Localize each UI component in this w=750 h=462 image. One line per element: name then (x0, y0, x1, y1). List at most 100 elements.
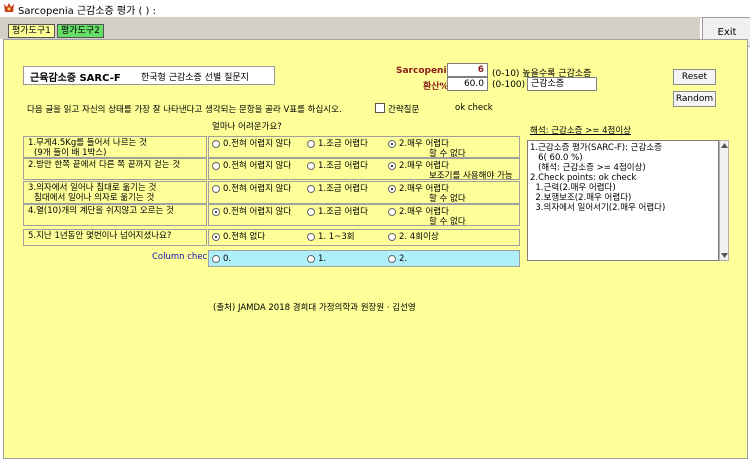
tab-tool-2[interactable]: 평가도구2 (57, 24, 104, 38)
result-line: 6( 60.0 %) (530, 153, 583, 163)
q4-option-2-label[interactable]: 2.매우 어렵다 할 수 없다 (399, 207, 466, 227)
difficulty-header: 얼마나 어려운가요? (212, 122, 282, 132)
page-subtitle: 한국형 근감소증 선별 질문지 (141, 73, 249, 83)
question-3: 3.의자에서 일어나 침대로 옮기는 것 침대에서 일어나 의자로 옮기는 것 (23, 181, 207, 204)
q3-option-2-radio[interactable] (388, 185, 396, 193)
option-text: 2.매우 어렵다 (399, 161, 449, 171)
score-field[interactable]: 6 (447, 63, 488, 77)
q3-option-0-radio[interactable] (212, 185, 220, 193)
q2-option-1-label[interactable]: 1.조금 어렵다 (318, 161, 368, 171)
question-1: 1.무게4.5Kg를 들어서 나르는 것 (9개 들이 배 1박스) (23, 136, 207, 158)
short-question-label: 간략질문 (388, 105, 420, 115)
q3-option-1-label[interactable]: 1.조금 어렵다 (318, 184, 368, 194)
column-check-option-0-label[interactable]: 0. (223, 254, 231, 264)
result-line: 1.근감소증 평가(SARC-F): 근감소증 (530, 143, 662, 153)
q1-option-0-label[interactable]: 0.전혀 어렵지 않다 (223, 139, 291, 149)
q2-option-1-radio[interactable] (307, 162, 315, 170)
question-text: 3.의자에서 일어나 침대로 옮기는 것 (28, 183, 157, 193)
column-check-option-1-radio[interactable] (307, 255, 315, 263)
q5-option-0-label[interactable]: 0.전혀 없다 (223, 232, 265, 242)
q1-option-2-radio[interactable] (388, 140, 396, 148)
column-check-option-0-radio[interactable] (212, 255, 220, 263)
q2-option-2-label[interactable]: 2.매우 어렵다 보조기를 사용해야 가능 (399, 161, 513, 181)
random-button[interactable]: Random (673, 91, 716, 107)
tab-strip (0, 17, 700, 39)
interpretation-label: 해석: 근감소증 >= 4점이상 (530, 126, 632, 136)
window-title: Sarcopenia 근감소증 평가 ( ) : (18, 6, 156, 17)
q3-option-0-label[interactable]: 0.전혀 어렵지 않다 (223, 184, 291, 194)
tab-tool-1[interactable]: 평가도구1 (8, 24, 55, 38)
q4-option-0-label[interactable]: 0.전혀 어렵지 않다 (223, 207, 291, 217)
question-text: 5.지난 1년동안 몇번이나 넘어지셨나요? (28, 231, 172, 241)
option-subtext: 할 수 없다 (429, 194, 466, 204)
q4-option-1-label[interactable]: 1.조금 어렵다 (318, 207, 368, 217)
q1-option-1-radio[interactable] (307, 140, 315, 148)
result-line: 2.보행보조(2.매우 어렵다) (530, 193, 632, 203)
score-label: Sarcopenia (396, 66, 453, 76)
converted-range: (0-100) (492, 80, 526, 90)
question-text: 4.열(10)개의 계단을 쉬지않고 오르는 것 (28, 206, 174, 216)
option-text: 0.전혀 없다 (223, 232, 266, 242)
question-text: 1.무게4.5Kg를 들어서 나르는 것 (28, 138, 147, 148)
option-text: 2. 4회이상 (399, 232, 439, 242)
ok-check-text: ok check (455, 103, 493, 113)
option-text: 0.전혀 어렵지 않다 (223, 207, 292, 217)
q5-option-1-label[interactable]: 1. 1~3회 (318, 232, 355, 242)
option-text: 0.전혀 어렵지 않다 (223, 184, 292, 194)
scroll-up-icon[interactable] (721, 143, 728, 148)
option-text: 0.전혀 어렵지 않다 (223, 161, 292, 171)
result-textarea[interactable]: 1.근감소증 평가(SARC-F): 근감소증 6( 60.0 %) (해석: … (527, 140, 719, 261)
option-text: 1.조금 어렵다 (318, 207, 368, 217)
option-text: 0.전혀 어렵지 않다 (223, 139, 292, 149)
q3-option-1-radio[interactable] (307, 185, 315, 193)
result-line: (해석: 근감소증 >= 4점이상) (530, 163, 646, 173)
q4-option-2-radio[interactable] (388, 208, 396, 216)
app-icon (4, 3, 14, 12)
q4-option-0-radio[interactable] (212, 208, 220, 216)
result-line: 3.의자에서 일어서기(2.매우 어렵다) (530, 203, 666, 213)
option-text: 2.매우 어렵다 (399, 207, 449, 217)
q2-option-2-radio[interactable] (388, 162, 396, 170)
q1-option-2-label[interactable]: 2.매우 어렵다 할 수 없다 (399, 139, 466, 159)
title-bar: Sarcopenia 근감소증 평가 ( ) : (0, 0, 750, 18)
result-scrollbar[interactable] (719, 140, 729, 261)
column-check-option-2-label[interactable]: 2. (399, 254, 407, 264)
q2-option-0-radio[interactable] (212, 162, 220, 170)
option-text: 2.매우 어렵다 (399, 139, 449, 149)
question-subtext: (9개 들이 배 1박스) (34, 148, 107, 158)
q5-option-2-radio[interactable] (388, 233, 396, 241)
option-subtext: 보조기를 사용해야 가능 (429, 171, 513, 181)
column-check-option-1-label[interactable]: 1. (318, 254, 326, 264)
result-line: 2.Check points: ok check (530, 173, 637, 183)
option-subtext: 할 수 없다 (429, 217, 466, 227)
column-check-label: Column check (152, 252, 213, 262)
q2-option-0-label[interactable]: 0.전혀 어렵지 않다 (223, 161, 291, 171)
reset-button[interactable]: Reset (673, 69, 716, 85)
scroll-down-icon[interactable] (721, 253, 728, 258)
converted-label: 환산% (423, 82, 449, 92)
option-text: 2.매우 어렵다 (399, 184, 449, 194)
q1-option-0-radio[interactable] (212, 140, 220, 148)
page-title: 근육감소증 SARC-F (30, 73, 121, 84)
q5-option-0-radio[interactable] (212, 233, 220, 241)
question-4: 4.열(10)개의 계단을 쉬지않고 오르는 것 (23, 204, 207, 226)
column-check-option-2-radio[interactable] (388, 255, 396, 263)
column-check-box (208, 250, 520, 267)
converted-field[interactable]: 60.0 (447, 77, 488, 91)
diagnosis-field[interactable]: 근감소증 (527, 77, 597, 91)
q5-option-1-radio[interactable] (307, 233, 315, 241)
question-2: 2.방안 한쪽 끝에서 다른 쪽 끝까지 걷는 것 (23, 158, 207, 180)
question-subtext: 침대에서 일어나 의자로 옮기는 것 (34, 193, 155, 203)
option-text: 1.조금 어렵다 (318, 139, 368, 149)
q5-option-2-label[interactable]: 2. 4회이상 (399, 232, 439, 242)
q1-option-1-label[interactable]: 1.조금 어렵다 (318, 139, 368, 149)
option-text: 1. 1~3회 (318, 232, 355, 242)
option-text: 1.조금 어렵다 (318, 161, 368, 171)
q3-option-2-label[interactable]: 2.매우 어렵다 할 수 없다 (399, 184, 466, 204)
q4-option-1-radio[interactable] (307, 208, 315, 216)
short-question-checkbox[interactable] (375, 103, 385, 113)
result-line: 1.근력(2.매우 어렵다) (530, 183, 616, 193)
question-5: 5.지난 1년동안 몇번이나 넘어지셨나요? (23, 229, 207, 246)
question-text: 2.방안 한쪽 끝에서 다른 쪽 끝까지 걷는 것 (28, 160, 181, 170)
instruction-text: 다음 글을 읽고 자신의 상태를 가장 잘 나타낸다고 생각되는 문항을 골라 … (27, 105, 342, 115)
